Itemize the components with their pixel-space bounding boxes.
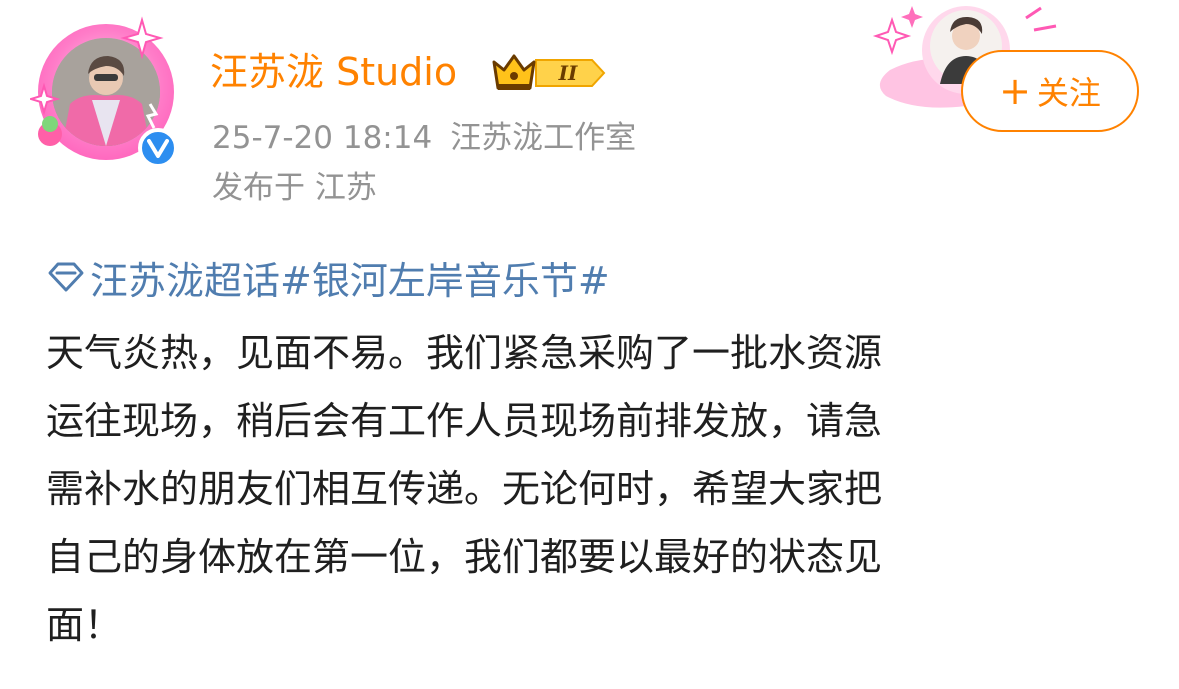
topic-links[interactable]: 汪苏泷超话#银河左岸音乐节# — [90, 255, 610, 307]
post-text-line: 面！ — [46, 603, 123, 647]
post-text-line: 天气炎热，见面不易。我们紧急采购了一批水资源 — [46, 331, 883, 375]
post-text-line: 运往现场，稍后会有工作人员现场前排发放，请急 — [46, 399, 883, 443]
avatar-photo — [52, 38, 160, 146]
post-source[interactable]: 汪苏泷工作室 — [450, 120, 636, 156]
plus-icon: + — [999, 69, 1031, 113]
post-location: 发布于 江苏 — [212, 170, 377, 206]
topic-line[interactable]: 汪苏泷超话#银河左岸音乐节# — [46, 255, 610, 307]
user-name[interactable]: 汪苏泷 Studio — [210, 48, 457, 96]
verified-v-icon — [138, 128, 178, 168]
post-text-line: 自己的身体放在第一位，我们都要以最好的状态见 — [46, 535, 883, 579]
vip-level: II — [558, 61, 578, 85]
post-text-line: 需补水的朋友们相互传递。无论何时，希望大家把 — [46, 467, 883, 511]
follow-button[interactable]: + 关注 — [961, 50, 1139, 132]
vip-badge[interactable]: II — [490, 50, 608, 96]
supertopic-diamond-icon — [46, 255, 86, 307]
post-timestamp: 25-7-20 18:14 — [212, 120, 433, 156]
avatar[interactable] — [30, 16, 180, 168]
post-text: 天气炎热，见面不易。我们紧急采购了一批水资源 运往现场，稍后会有工作人员现场前排… — [46, 319, 1146, 659]
follow-label: 关注 — [1036, 74, 1101, 112]
post-meta: 25-7-20 18:14 汪苏泷工作室 — [212, 116, 636, 160]
